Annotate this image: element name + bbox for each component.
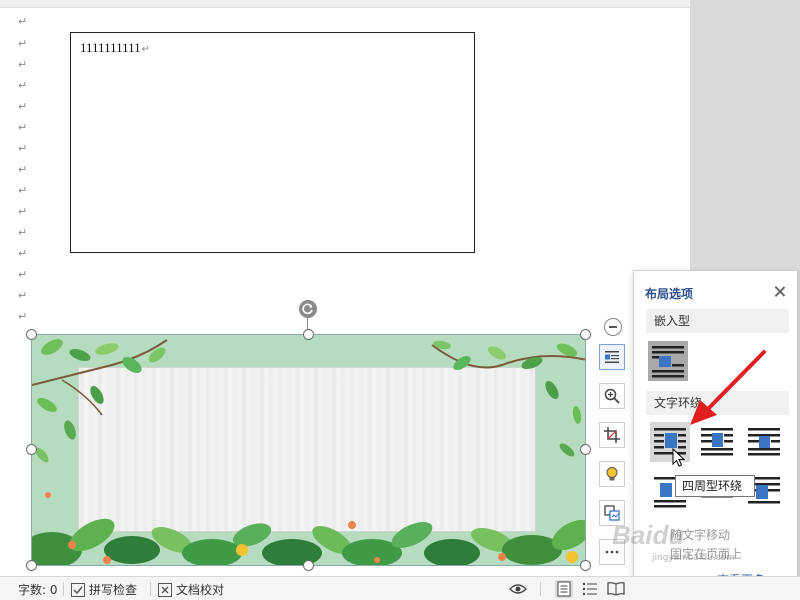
resize-handle-bottom-left[interactable]: [26, 560, 37, 571]
resize-handle-left[interactable]: [26, 444, 37, 455]
crop-icon: [604, 427, 620, 443]
section-inline: 嵌入型: [646, 309, 789, 333]
collapse-toolbar-button[interactable]: [604, 318, 622, 336]
zoom-image-button[interactable]: [599, 383, 625, 409]
eye-protection-button[interactable]: [509, 580, 527, 598]
panel-title: 布局选项: [645, 287, 694, 301]
page-view-button[interactable]: [555, 580, 573, 598]
checkbox-check-icon: [71, 582, 85, 597]
doc-proofread-button[interactable]: 文档校对: [158, 581, 224, 598]
spell-check-button[interactable]: 拼写检查: [71, 581, 137, 598]
section-text-wrap: 文字环绕: [646, 391, 789, 415]
paragraph-mark: ↵: [18, 310, 28, 323]
paragraph-mark: ↵: [18, 142, 28, 155]
paragraph-mark: ↵: [18, 58, 28, 71]
paragraph-mark: ↵: [18, 79, 28, 92]
resize-handle-right[interactable]: [580, 444, 591, 455]
paragraph-mark: ↵: [18, 184, 28, 197]
paragraph-mark: ↵: [18, 100, 28, 113]
reading-view-button[interactable]: [607, 580, 625, 598]
text-box[interactable]: 1111111111↵: [70, 32, 475, 253]
resize-handle-top[interactable]: [303, 329, 314, 340]
proofread-icon: [158, 582, 172, 597]
text-wrap-icon: [605, 351, 619, 363]
resize-handle-top-left[interactable]: [26, 329, 37, 340]
resize-handle-top-right[interactable]: [580, 329, 591, 340]
text-box-text[interactable]: 1111111111: [80, 40, 141, 55]
layout-options-button[interactable]: [599, 344, 625, 370]
paragraph-mark: ↵: [18, 247, 28, 260]
paragraph-mark: ↵: [18, 268, 28, 281]
top-ruler: [0, 0, 690, 8]
page-view-icon: [557, 581, 571, 597]
spell-check-label: 拼写检查: [89, 583, 138, 597]
baidu-watermark: Baidu: [612, 520, 685, 550]
crop-button[interactable]: [599, 422, 625, 448]
leaf-decoration: [32, 339, 585, 565]
close-icon[interactable]: [773, 285, 787, 299]
paragraph-mark: ↵: [141, 44, 151, 55]
doc-proofread-label: 文档校对: [176, 583, 225, 597]
resize-handle-bottom-right[interactable]: [580, 560, 591, 571]
outline-view-button[interactable]: [581, 580, 599, 598]
paragraph-mark: ↵: [18, 226, 28, 239]
rotate-icon: [302, 303, 313, 315]
paragraph-mark: ↵: [18, 289, 28, 302]
wrap-inline-option[interactable]: [648, 341, 688, 381]
paragraph-mark: ↵: [18, 163, 28, 176]
lightbulb-icon: [606, 467, 618, 481]
through-wrap-icon: [748, 428, 780, 456]
paragraph-mark: ↵: [18, 121, 28, 134]
image-tips-button[interactable]: [599, 461, 625, 487]
selected-picture[interactable]: [31, 334, 586, 566]
zoom-in-icon: [604, 388, 620, 404]
baidu-watermark-url: jingyan.baidu.com: [652, 553, 736, 563]
minus-icon: [609, 326, 617, 328]
status-bar: 字数: 0 拼写检查 文档校对: [0, 576, 800, 600]
book-icon: [607, 582, 625, 596]
paragraph-mark: ↵: [18, 37, 28, 50]
paragraph-mark: ↵: [18, 15, 28, 28]
wrap-tooltip: 四周型环绕: [675, 475, 755, 497]
outline-icon: [582, 582, 597, 596]
tight-wrap-icon: [701, 428, 733, 456]
paragraph-mark: ↵: [18, 205, 28, 218]
wrap-through-option[interactable]: [744, 422, 784, 462]
rotate-handle[interactable]: [299, 300, 317, 318]
word-count-label: 字数: 0: [18, 583, 58, 597]
mouse-cursor-icon: [672, 448, 686, 467]
wrap-tight-option[interactable]: [697, 422, 737, 462]
eye-icon: [509, 584, 527, 594]
inline-wrap-icon: [652, 346, 684, 378]
resize-handle-bottom[interactable]: [303, 560, 314, 571]
word-count[interactable]: 字数: 0: [18, 581, 58, 598]
